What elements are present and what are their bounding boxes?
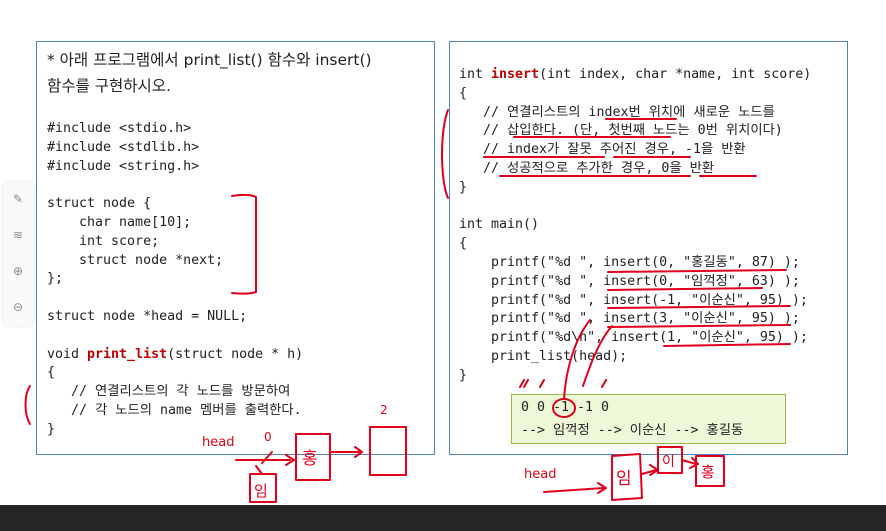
code-line: // index가 잘못 주어진 경우, -1을 반환 [459,142,746,158]
code-line: print_list(head); [459,349,628,364]
code-line: { [459,236,468,252]
code-line: printf("%d ", insert(-1, "이순신", 95) ); [459,292,808,308]
insert-signature: int insert(int index, char *name, int sc… [459,66,811,85]
output-line-1: 0 0 -1 -1 0 [521,400,610,415]
problem-panel: * 아래 프로그램에서 print_list() 함수와 insert() 함수… [36,41,435,455]
code-keyword: void [47,346,88,362]
code-line: struct node *head = NULL; [47,309,248,324]
code-line: // 삽입한다. (단, 첫번째 노드는 0번 위치이다) [459,123,783,139]
code-line: printf("%d ", insert(0, "임꺽정", 63) ); [459,273,800,289]
zoom-in-icon[interactable]: ⊕ [11,264,25,278]
print-list-signature: void print_list(struct node * h) [47,346,303,365]
code-line: #include <stdlib.h> [47,139,200,155]
code-line: } [459,179,468,195]
head-label-right: head [524,467,556,482]
code-keyword: int [459,67,492,82]
code-line: // 각 노드의 name 멤버를 출력한다. [47,403,302,418]
node-hong-right: 홍 [701,463,715,481]
code-line: } [47,421,56,437]
problem-title-line-1: * 아래 프로그램에서 print_list() 함수와 insert() [47,51,372,69]
code-line: }; [47,271,64,287]
output-line-2: --> 임꺽정 --> 이순신 --> 홍길동 [521,423,744,438]
code-line: char name[10]; [47,215,192,230]
bottom-taskbar [0,505,886,531]
insert-args: (int index, char *name, int score) [539,67,812,82]
code-line: { [459,85,468,101]
code-line: #include <string.h> [47,158,200,174]
insert-panel: int insert(int index, char *name, int sc… [449,41,848,455]
annotation-toolbar: ✎ ≋ ⊕ ⊖ [3,182,33,326]
code-line: int score; [47,233,160,249]
node-lee-right: 이 [662,454,675,470]
code-line: printf("%d ", insert(3, "이순신", 95) ); [459,311,800,327]
code-line: // 연결리스트의 index번 위치에 새로운 노드를 [459,104,775,120]
code-line: int main() [459,217,540,233]
code-line: struct node *next; [47,252,224,268]
pen-icon[interactable]: ✎ [11,192,25,206]
code-line: printf("%d ", insert(0, "홍길동", 87) ); [459,255,800,270]
insert-function-name: insert [491,67,540,82]
problem-title-line-2: 함수를 구현하시오. [47,77,171,95]
code-line: { [47,365,56,381]
code-line: #include <stdio.h> [47,121,192,136]
code-line: } [459,367,468,383]
expected-output-box: 0 0 -1 -1 0 --> 임꺽정 --> 이순신 --> 홍길동 [511,394,786,444]
highlighter-icon[interactable]: ≋ [11,228,25,242]
code-line: printf("%d\n", insert(1, "이순신", 95) ); [459,330,808,346]
code-line: struct node { [47,196,152,212]
zoom-out-icon[interactable]: ⊖ [11,300,25,314]
node-im-left: 임 [254,482,268,500]
code-line: // 연결리스트의 각 노드를 방문하여 [47,384,291,400]
print-list-function-name: print_list [87,346,168,362]
code-line: // 성공적으로 추가한 경우, 0을 반환 [459,161,715,176]
print-list-args: (struct node * h) [167,346,304,362]
node-im-right: 임 [616,469,632,489]
